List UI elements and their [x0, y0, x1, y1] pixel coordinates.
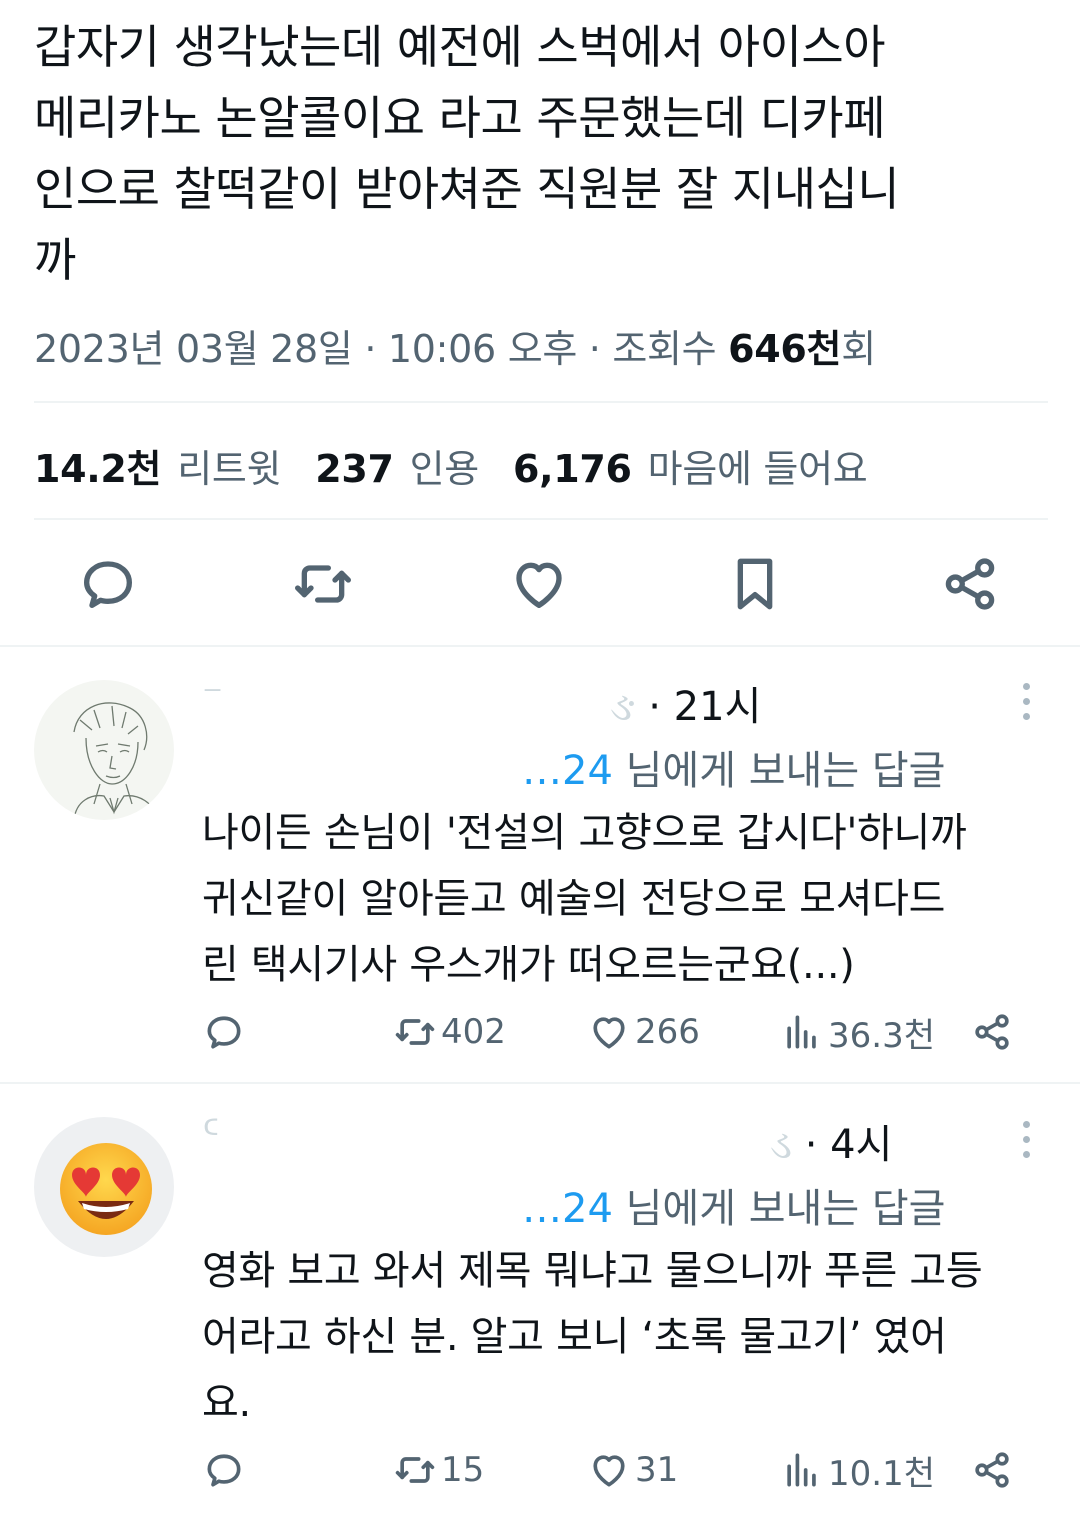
author-name[interactable]: ⁻ [202, 674, 223, 720]
more-options-button[interactable] [1018, 1121, 1034, 1166]
section-separator [0, 645, 1080, 647]
bookmark-button[interactable] [723, 552, 787, 616]
share-button[interactable] [970, 1446, 1018, 1494]
divider [34, 401, 1048, 403]
reply-text: 나이든 손님이 '전설의 고향으로 갑시다'하니까 귀신같이 알아듣고 예술의 … [202, 810, 967, 988]
likes-label: 마음에 들어요 [647, 447, 868, 491]
bookmark-icon [737, 558, 773, 610]
retweet-icon [395, 1019, 435, 1045]
reply-text: 영화 보고 와서 제목 뭐냐고 물으니까 푸른 고등 어라고 하신 분. 알고 … [202, 1248, 983, 1426]
dot [1022, 713, 1030, 720]
tweet-date[interactable]: 2023년 03월 28일 [34, 327, 353, 371]
reply-icon [207, 1016, 241, 1049]
retweet-icon [395, 1457, 435, 1483]
section-separator [0, 1082, 1080, 1084]
divider [34, 518, 1048, 520]
retweet-icon [295, 565, 351, 603]
views-count: 10.1천 [828, 1453, 935, 1494]
dot [1022, 683, 1030, 690]
dot [1022, 698, 1030, 705]
reply-icon [84, 561, 132, 608]
like-button[interactable]: 31 [587, 1446, 678, 1494]
meta-separator: · [364, 327, 388, 371]
reply-to-suffix: 님에게 보내는 답글 [625, 1186, 946, 1232]
reply-button[interactable] [202, 1446, 250, 1494]
dot [1022, 1136, 1030, 1143]
views-value: 646천 [728, 327, 842, 371]
share-button[interactable] [970, 1008, 1018, 1056]
sketch-man-avatar-icon [73, 702, 159, 820]
quotes-stat[interactable]: 237 인용 [315, 447, 513, 491]
retweet-count: 15 [441, 1450, 485, 1490]
meta-separator: · [588, 327, 613, 371]
replying-to: …24 님에게 보내는 답글 [202, 738, 945, 796]
reply-header: ⁻ [202, 674, 223, 720]
likes-count: 6,176 [512, 447, 632, 491]
retweet-button[interactable] [291, 552, 355, 616]
more-options-button[interactable] [1018, 683, 1034, 728]
views-chart-icon [787, 1015, 816, 1049]
like-button[interactable] [507, 552, 571, 616]
heart-icon [593, 1017, 625, 1049]
retweet-button[interactable]: 15 [393, 1446, 484, 1494]
share-icon [975, 1014, 1009, 1050]
retweets-label: 리트윗 [177, 447, 282, 491]
heart-icon [516, 562, 562, 608]
author-handle[interactable]: ઙ [610, 684, 636, 730]
tweet-meta: 2023년 03월 28일 · 10:06 오후 · 조회수 646천회 [34, 318, 876, 373]
views-label: 조회수 [612, 327, 717, 371]
reply-header: ᑦ [202, 1112, 219, 1158]
views-chart-icon [787, 1453, 816, 1487]
like-count: 31 [635, 1450, 679, 1490]
reply-time-group: ડ · 4시 [770, 1112, 892, 1170]
like-button[interactable]: 266 [587, 1008, 700, 1056]
tweet-stats: 14.2천 리트윗 237 인용 6,176 마음에 들어요 [34, 438, 868, 493]
quotes-count: 237 [315, 447, 394, 491]
avatar[interactable] [34, 680, 174, 820]
retweet-button[interactable]: 402 [393, 1008, 506, 1056]
share-icon [975, 1452, 1009, 1488]
views-suffix: 회 [841, 327, 876, 371]
reply-icon [207, 1454, 241, 1487]
author-handle[interactable]: ડ [770, 1122, 792, 1168]
reply-time[interactable]: · 21시 [648, 684, 761, 730]
replying-to: …24 님에게 보내는 답글 [202, 1176, 945, 1234]
dot [1022, 1151, 1030, 1158]
reply-time[interactable]: · 4시 [805, 1122, 893, 1168]
reply-to-suffix: 님에게 보내는 답글 [625, 748, 946, 794]
share-button[interactable] [938, 552, 1002, 616]
reply-to-handle[interactable]: …24 [522, 1186, 613, 1232]
quotes-label: 인용 [409, 447, 480, 491]
author-name[interactable]: ᑦ [202, 1112, 219, 1158]
heart-icon [593, 1455, 625, 1487]
tweet-time[interactable]: 10:06 오후 [388, 327, 577, 371]
heart-eyes-emoji-avatar-icon [60, 1143, 152, 1235]
views-count: 36.3천 [828, 1015, 935, 1056]
avatar[interactable] [34, 1117, 174, 1257]
share-icon [945, 558, 995, 610]
reply-to-handle[interactable]: …24 [522, 748, 613, 794]
tweet-text: 갑자기 생각났는데 예전에 스벅에서 아이스아 메리카노 논알콜이요 라고 주문… [34, 20, 900, 287]
views-button[interactable]: 10.1천 [780, 1446, 935, 1494]
views-button[interactable]: 36.3천 [780, 1008, 935, 1056]
dot [1022, 1121, 1030, 1128]
reply-button[interactable] [76, 552, 140, 616]
retweets-count: 14.2천 [34, 447, 162, 491]
retweets-stat[interactable]: 14.2천 리트윗 [34, 447, 315, 491]
like-count: 266 [635, 1012, 700, 1052]
likes-stat[interactable]: 6,176 마음에 들어요 [512, 447, 868, 491]
retweet-count: 402 [441, 1012, 506, 1052]
reply-time-group: ઙ · 21시 [610, 674, 761, 732]
reply-button[interactable] [202, 1008, 250, 1056]
